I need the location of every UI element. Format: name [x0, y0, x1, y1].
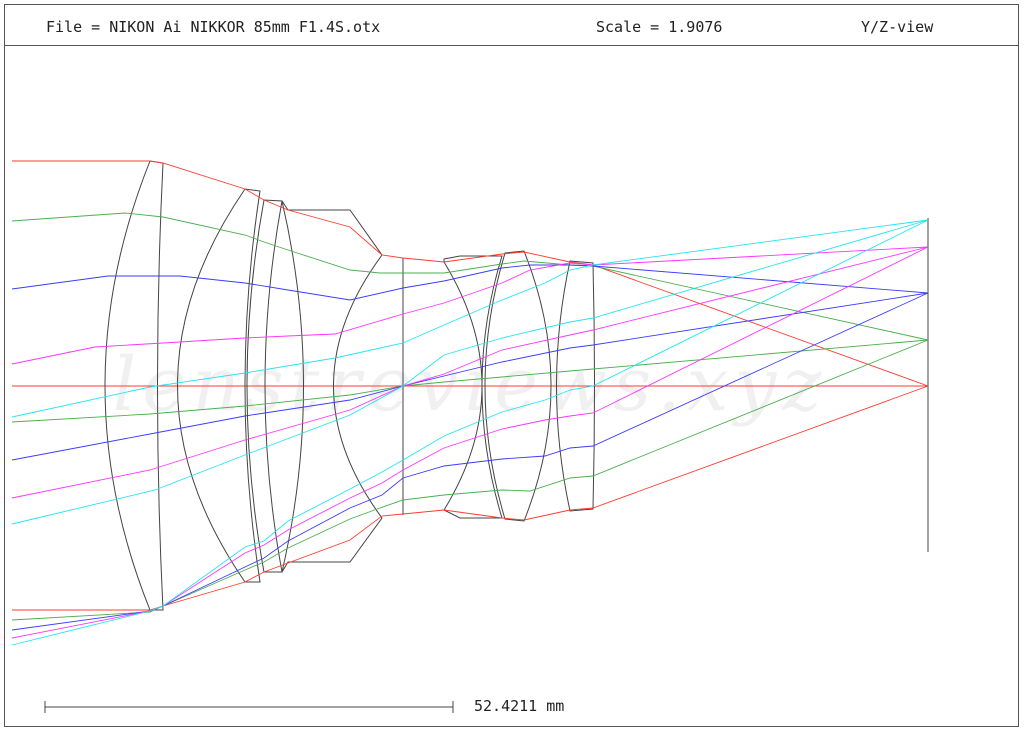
- watermark-text: lenstreviews.xyz: [113, 342, 828, 428]
- scale-bar: [44, 701, 454, 713]
- scale-bar-label: 52.4211 mm: [474, 697, 565, 715]
- ray-blue-upper: [11, 264, 929, 301]
- ray-green-upper: [11, 212, 929, 341]
- ray-cyan-lower: [11, 219, 929, 646]
- lens-ray-diagram: lenstreviews.xyz: [11, 160, 929, 713]
- ray-magenta-lower: [11, 246, 929, 639]
